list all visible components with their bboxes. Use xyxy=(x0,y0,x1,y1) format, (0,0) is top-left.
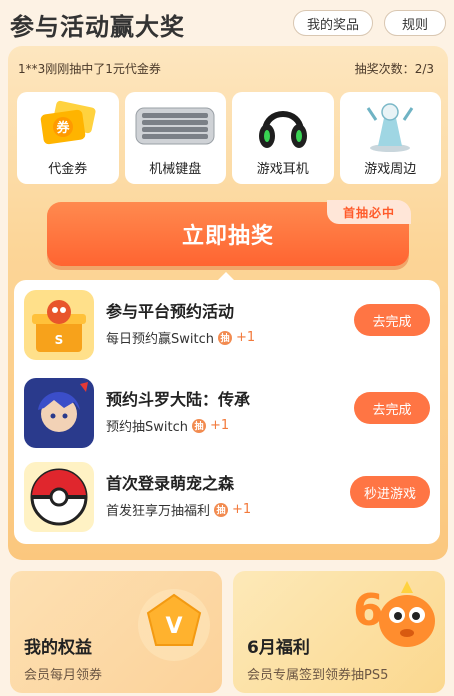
june-mascot-icon: 6 xyxy=(341,573,445,669)
prize-keyboard[interactable]: 机械键盘 xyxy=(124,92,226,184)
task-go-button[interactable]: 去完成 xyxy=(354,304,430,336)
draw-count: 抽奖次数：2/3 xyxy=(355,60,434,77)
page-title: 参与活动赢大奖 xyxy=(10,13,185,41)
draw-now-button[interactable]: 立即抽奖 首抽必中 xyxy=(47,200,411,266)
prize-voucher[interactable]: 券 代金券 xyxy=(17,92,119,184)
june-benefits-card[interactable]: 6 6月福利 会员专属签到领券抽PS5 xyxy=(233,571,445,693)
task-item: S 参与平台预约活动 每日预约赢Switch 抽 +1 去完成 xyxy=(14,284,440,360)
svg-text:S: S xyxy=(55,333,64,347)
prize-label: 游戏周边 xyxy=(364,162,417,177)
task-subtitle-text: 预约抽Switch xyxy=(106,420,188,435)
task-go-button[interactable]: 去完成 xyxy=(354,392,430,424)
header: 参与活动赢大奖 我的奖品 规则 xyxy=(0,0,454,46)
task-subtitle-text: 每日预约赢Switch xyxy=(106,332,214,347)
task-title: 首次登录萌宠之森 xyxy=(106,474,235,493)
task-reward: +1 xyxy=(232,502,252,517)
my-benefits-card[interactable]: V 我的权益 会员每月领券 xyxy=(10,571,222,693)
card-subtitle: 会员专属签到领券抽PS5 xyxy=(247,668,389,683)
svg-text:V: V xyxy=(165,614,182,639)
prize-merch[interactable]: 游戏周边 xyxy=(339,92,441,184)
prize-list: 券 代金券 机械键盘 游戏耳机 游戏周边 xyxy=(17,92,441,184)
task-title: 预约斗罗大陆：传承 xyxy=(106,390,251,409)
game-character-icon xyxy=(24,378,94,448)
prize-headset[interactable]: 游戏耳机 xyxy=(232,92,334,184)
first-draw-badge: 首抽必中 xyxy=(327,200,411,224)
card-subtitle: 会员每月领券 xyxy=(24,668,103,683)
coin-icon: 抽 xyxy=(191,418,206,433)
voucher-icon: 券 xyxy=(36,98,100,156)
my-prizes-button[interactable]: 我的奖品 xyxy=(293,10,373,36)
card-title: 6月福利 xyxy=(247,638,310,658)
svg-text:6: 6 xyxy=(353,585,384,636)
task-subtitle: 每日预约赢Switch 抽 +1 xyxy=(106,328,255,347)
draw-now-label: 立即抽奖 xyxy=(181,224,274,249)
prize-label: 游戏耳机 xyxy=(256,162,309,177)
winner-ticker: 1**3刚刚抽中了1元代金券 xyxy=(18,62,161,76)
task-subtitle-text: 首发狂享万抽福利 xyxy=(106,504,211,519)
figurine-icon xyxy=(360,98,420,158)
diamond-v-icon: V xyxy=(136,587,212,667)
task-subtitle: 首发狂享万抽福利 抽 +1 xyxy=(106,500,251,519)
task-title: 参与平台预约活动 xyxy=(106,302,235,321)
prize-label: 机械键盘 xyxy=(149,162,202,177)
task-reward: +1 xyxy=(235,330,256,345)
task-list: S 参与平台预约活动 每日预约赢Switch 抽 +1 去完成 预约斗罗大陆：传… xyxy=(14,280,440,544)
svg-text:券: 券 xyxy=(55,120,70,136)
card-title: 我的权益 xyxy=(24,638,92,658)
coin-icon: 抽 xyxy=(214,502,229,517)
prize-label: 代金券 xyxy=(48,162,88,177)
headset-icon xyxy=(253,98,313,158)
task-subtitle: 预约抽Switch 抽 +1 xyxy=(106,416,229,435)
task-item: 首次登录萌宠之森 首发狂享万抽福利 抽 +1 秒进游戏 xyxy=(14,456,440,532)
draw-count-label: 抽奖次数： xyxy=(354,62,415,76)
tasks-pointer xyxy=(218,272,234,280)
keyboard-icon xyxy=(132,98,218,156)
task-reward: +1 xyxy=(209,418,230,433)
draw-count-value: 2/3 xyxy=(414,62,434,76)
enter-game-button[interactable]: 秒进游戏 xyxy=(350,476,430,508)
task-item: 预约斗罗大陆：传承 预约抽Switch 抽 +1 去完成 xyxy=(14,372,440,448)
rules-button[interactable]: 规则 xyxy=(384,10,446,36)
gift-box-icon: S xyxy=(24,290,94,360)
coin-icon: 抽 xyxy=(217,330,232,345)
pokeball-icon xyxy=(24,462,94,532)
